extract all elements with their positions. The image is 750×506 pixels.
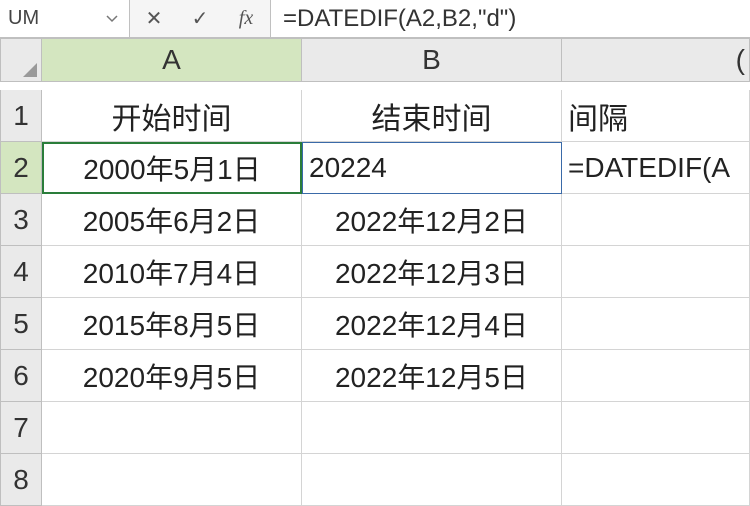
row-header-2[interactable]: 2 — [0, 142, 42, 194]
name-box[interactable]: UM — [0, 0, 130, 37]
cell-b6[interactable]: 2022年12月5日 — [302, 350, 562, 402]
cell-a7[interactable] — [42, 402, 302, 454]
row-header-7[interactable]: 7 — [0, 402, 42, 454]
formula-bar: UM ✕ ✓ fx =DATEDIF(A2,B2,"d") — [0, 0, 750, 38]
formula-text: =DATEDIF(A2,B2,"d") — [283, 5, 516, 33]
dropdown-icon[interactable] — [103, 12, 121, 26]
cell-b3[interactable]: 2022年12月2日 — [302, 194, 562, 246]
cell-b2[interactable]: 20224 — [302, 142, 562, 194]
row-header-3[interactable]: 3 — [0, 194, 42, 246]
cell-a2[interactable]: 2000年5月1日 — [42, 142, 302, 194]
cell-b4[interactable]: 2022年12月3日 — [302, 246, 562, 298]
cell-a3[interactable]: 2005年6月2日 — [42, 194, 302, 246]
cell-b5[interactable]: 2022年12月4日 — [302, 298, 562, 350]
cell-c3[interactable] — [562, 194, 750, 246]
col-header-c[interactable]: ( — [562, 38, 750, 82]
col-header-a[interactable]: A — [42, 38, 302, 82]
cell-a1[interactable]: 开始时间 — [42, 90, 302, 142]
col-header-b[interactable]: B — [302, 38, 562, 82]
row-header-1[interactable]: 1 — [0, 90, 42, 142]
cancel-icon[interactable]: ✕ — [142, 7, 166, 31]
fx-icon[interactable]: fx — [234, 7, 258, 31]
cell-c1[interactable]: 间隔 — [562, 90, 750, 142]
cell-c2-text: =DATEDIF(A — [568, 152, 730, 184]
name-box-text: UM — [8, 7, 103, 30]
row-header-4[interactable]: 4 — [0, 246, 42, 298]
formula-bar-controls: ✕ ✓ fx — [130, 0, 270, 37]
cell-c2[interactable]: =DATEDIF(A — [562, 142, 750, 194]
spreadsheet-grid: A B ( 1 开始时间 结束时间 间隔 2 2000年5月1日 20224 =… — [0, 38, 750, 506]
cell-b1[interactable]: 结束时间 — [302, 90, 562, 142]
cell-b7[interactable] — [302, 402, 562, 454]
formula-input[interactable]: =DATEDIF(A2,B2,"d") — [270, 0, 750, 37]
cell-a5[interactable]: 2015年8月5日 — [42, 298, 302, 350]
cell-c6[interactable] — [562, 350, 750, 402]
cell-c7[interactable] — [562, 402, 750, 454]
cell-c8[interactable] — [562, 454, 750, 506]
cell-a8[interactable] — [42, 454, 302, 506]
select-all-corner[interactable] — [0, 38, 42, 82]
confirm-icon[interactable]: ✓ — [188, 7, 212, 31]
row-header-6[interactable]: 6 — [0, 350, 42, 402]
cell-b8[interactable] — [302, 454, 562, 506]
cell-c4[interactable] — [562, 246, 750, 298]
row-header-8[interactable]: 8 — [0, 454, 42, 506]
cell-c5[interactable] — [562, 298, 750, 350]
cell-a4[interactable]: 2010年7月4日 — [42, 246, 302, 298]
row-header-5[interactable]: 5 — [0, 298, 42, 350]
cell-a6[interactable]: 2020年9月5日 — [42, 350, 302, 402]
